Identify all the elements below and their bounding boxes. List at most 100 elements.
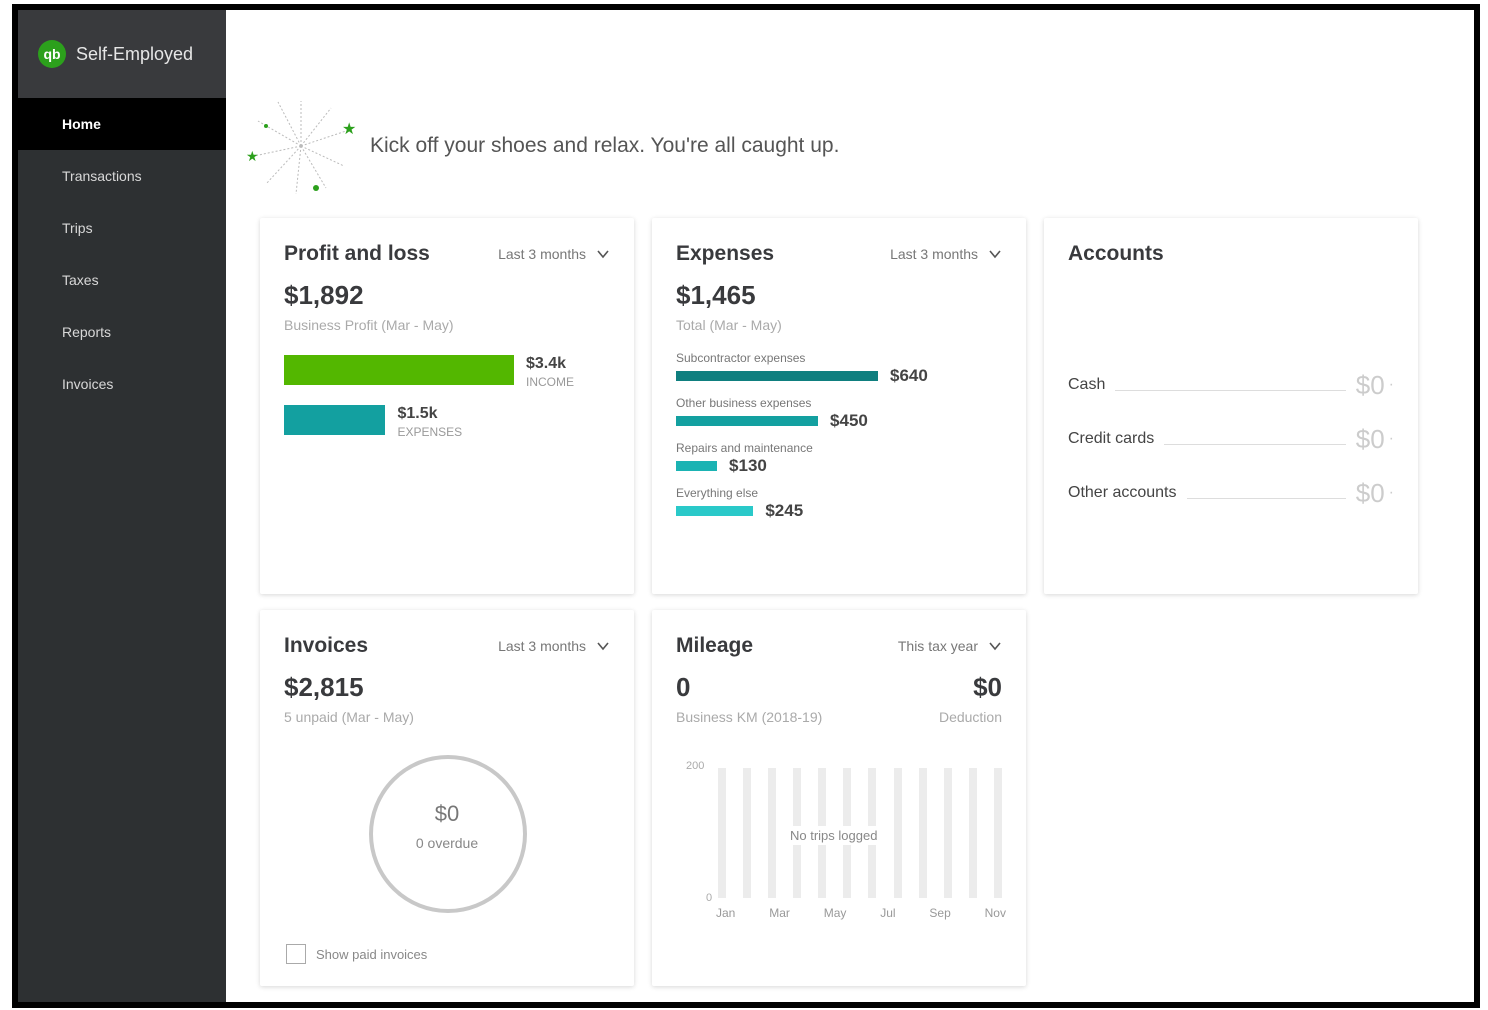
- sidebar-item-invoices[interactable]: Invoices: [18, 358, 226, 410]
- account-name: Cash: [1068, 376, 1106, 393]
- more-dot-icon: ·: [1388, 484, 1394, 501]
- expense-category-name: Other business expenses: [676, 396, 812, 410]
- period-dropdown[interactable]: Last 3 months: [890, 246, 1002, 262]
- expense-category-item[interactable]: Everything else $245: [676, 486, 1002, 521]
- show-paid-checkbox[interactable]: [286, 944, 306, 964]
- brand-name: Self-Employed: [76, 43, 194, 64]
- y-axis-max-label: 200: [686, 760, 705, 772]
- period-dropdown[interactable]: Last 3 months: [498, 638, 610, 654]
- sidebar-item-label: Taxes: [62, 272, 99, 288]
- mileage-month-bar: [943, 768, 952, 898]
- account-list: Cash $0 · Credit cards $0 · Other accounts $0 ·: [1068, 358, 1394, 520]
- mileage-month-bar: [893, 768, 902, 898]
- y-axis-min-label: 0: [706, 892, 713, 904]
- leader-line: [1115, 380, 1346, 391]
- sidebar-item-label: Reports: [62, 324, 112, 340]
- sidebar-item-label: Trips: [62, 220, 93, 236]
- overdue-ring[interactable]: $0 0 overdue: [369, 755, 527, 913]
- income-value: $3.4k: [526, 355, 567, 372]
- period-dropdown[interactable]: This tax year: [898, 638, 1002, 654]
- card-title: Profit and loss: [284, 242, 430, 265]
- caught-up-message: Kick off your shoes and relax. You're al…: [370, 134, 840, 157]
- month-label: May: [823, 906, 847, 920]
- svg-text:★: ★: [342, 119, 356, 138]
- expenses-value: $1.5k: [397, 405, 438, 422]
- leader-line: [1186, 488, 1346, 499]
- expenses-label: EXPENSES: [397, 425, 463, 439]
- distance-value: 0: [676, 672, 691, 702]
- month-label: Jan: [716, 906, 736, 920]
- expense-category-bar: [676, 416, 819, 426]
- profit-amount: $1,892: [284, 280, 364, 310]
- account-row[interactable]: Cash $0 ·: [1068, 358, 1394, 412]
- expense-category-value: $245: [765, 501, 804, 520]
- account-name: Other accounts: [1068, 484, 1177, 501]
- deduction-value: $0: [973, 672, 1002, 702]
- app-window: qb Self-Employed Home Transactions Trips…: [12, 4, 1480, 1008]
- expense-category-item[interactable]: Other business expenses $450: [676, 396, 1002, 431]
- expense-category-item[interactable]: Subcontractor expenses $640: [676, 351, 1002, 386]
- income-label: INCOME: [526, 375, 574, 389]
- sidebar-item-trips[interactable]: Trips: [18, 202, 226, 254]
- sidebar-nav: Home Transactions Trips Taxes Reports In…: [18, 98, 226, 410]
- sidebar-item-reports[interactable]: Reports: [18, 306, 226, 358]
- expenses-card: Expenses Last 3 months $1,465 Total (Mar…: [652, 218, 1026, 594]
- mileage-chart: 200 0 No trips logged Jan Mar May Jul Sep Nov: [676, 760, 1006, 930]
- expense-category-name: Subcontractor expenses: [676, 351, 806, 365]
- ring-track: [369, 755, 527, 913]
- sidebar-item-taxes[interactable]: Taxes: [18, 254, 226, 306]
- sidebar-item-label: Home: [62, 116, 101, 132]
- month-label: Nov: [984, 906, 1006, 920]
- overdue-amount: $0: [434, 801, 460, 826]
- month-axis: Jan Mar May Jul Sep Nov: [716, 906, 1006, 920]
- mileage-month-bar: [718, 768, 726, 898]
- expenses-subtitle: Total (Mar - May): [676, 317, 782, 333]
- expense-category-value: $130: [729, 456, 767, 475]
- chevron-down-icon: [989, 250, 1001, 259]
- fireworks-icon: ★ ★: [246, 101, 356, 195]
- month-label: Sep: [929, 906, 951, 920]
- profit-subtitle: Business Profit (Mar - May): [284, 317, 454, 333]
- invoices-subtitle: 5 unpaid (Mar - May): [284, 709, 414, 725]
- chevron-down-icon: [597, 250, 609, 259]
- invoices-amount: $2,815: [284, 672, 364, 702]
- expense-category-bar: [676, 506, 754, 516]
- account-row[interactable]: Other accounts $0 ·: [1068, 466, 1394, 520]
- main-content: ★ ★ Kick off your shoes and relax. You'r…: [226, 10, 1474, 1002]
- deduction-label: Deduction: [938, 709, 1002, 725]
- income-bar[interactable]: [284, 355, 514, 385]
- card-title: Mileage: [676, 634, 754, 657]
- month-label: Jul: [880, 906, 896, 920]
- expense-category-item[interactable]: Repairs and maintenance $130: [676, 441, 1002, 476]
- chevron-down-icon: [597, 642, 609, 651]
- mileage-month-bar: [968, 768, 977, 898]
- expense-category-name: Everything else: [676, 486, 759, 500]
- expense-category-name: Repairs and maintenance: [676, 441, 813, 455]
- month-label: Mar: [769, 906, 790, 920]
- invoices-card: Invoices Last 3 months $2,815 5 unpaid (…: [260, 610, 634, 986]
- accounts-card: Accounts Cash $0 · Credit cards $0 · Other acc…: [1044, 218, 1418, 594]
- profit-loss-card: Profit and loss Last 3 months $1,892 Bus…: [260, 218, 634, 594]
- sidebar-item-label: Transactions: [62, 168, 142, 184]
- expense-category-value: $450: [830, 411, 868, 430]
- no-trips-message: No trips logged: [784, 826, 884, 845]
- account-row[interactable]: Credit cards $0 ·: [1068, 412, 1394, 466]
- expense-category-value: $640: [890, 366, 928, 385]
- expense-category-bar: [676, 371, 878, 381]
- sidebar-item-home[interactable]: Home: [18, 98, 226, 150]
- more-dot-icon: ·: [1388, 430, 1394, 447]
- leader-line: [1164, 434, 1346, 445]
- sidebar-item-label: Invoices: [62, 376, 114, 392]
- expense-category-list: Subcontractor expenses $640 Other business…: [676, 351, 1002, 521]
- brand-header[interactable]: qb Self-Employed: [18, 10, 226, 98]
- period-label: Last 3 months: [498, 638, 586, 654]
- account-name: Credit cards: [1068, 430, 1155, 447]
- mileage-month-bar: [993, 768, 1002, 898]
- sidebar-item-transactions[interactable]: Transactions: [18, 150, 226, 202]
- mileage-month-bar: [918, 768, 927, 898]
- chevron-down-icon: [989, 642, 1001, 651]
- period-dropdown[interactable]: Last 3 months: [498, 246, 610, 262]
- account-balance: $0: [1355, 423, 1385, 454]
- quickbooks-logo-icon: qb: [38, 40, 66, 68]
- expenses-bar[interactable]: [284, 405, 386, 435]
